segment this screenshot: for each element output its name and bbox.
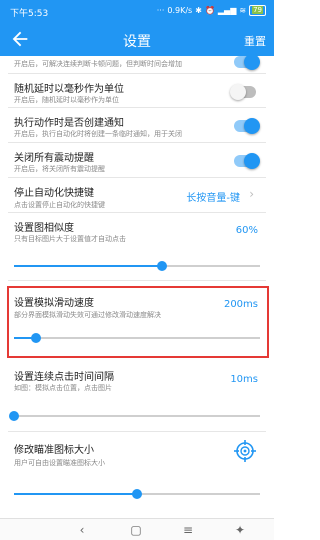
setting-subtitle: 开启后，可解决连续判断卡顿问题，但判断时间会增加 <box>14 60 182 68</box>
bluetooth-icon: ✱ <box>195 6 202 15</box>
setting-row-vibration[interactable]: 关闭所有震动提醒 开启后，将关闭所有震动提醒 <box>0 143 274 177</box>
status-icons: ··· 0.9K/s ✱ ⏰ ▂▄▆ ≋ 79 <box>157 5 266 16</box>
slider-thumb[interactable] <box>132 489 142 499</box>
click-interval-value: 10ms <box>230 374 258 385</box>
nav-home-icon[interactable]: ▢ <box>128 522 144 538</box>
slider-thumb[interactable] <box>9 411 19 421</box>
highlight-box <box>7 286 269 358</box>
setting-row-aim-icon-size[interactable]: 修改瞄准图标大小 用户可自由设置瞄准图标大小 <box>0 432 274 512</box>
wifi-icon: ≋ <box>239 6 247 15</box>
similarity-slider[interactable] <box>14 259 260 273</box>
setting-row-create-notification[interactable]: 执行动作时是否创建通知 开启后，执行自动化时将创建一条临时通知，用于关闭 <box>0 108 274 142</box>
toggle-switch[interactable] <box>234 118 260 134</box>
battery-icon: 79 <box>249 5 266 16</box>
click-interval-slider[interactable] <box>9 409 260 423</box>
crosshair-icon <box>234 440 256 462</box>
setting-subtitle: 只有目标图片大于设置值才自动点击 <box>14 235 126 243</box>
toggle-knob <box>244 153 260 169</box>
toggle-knob <box>244 56 260 70</box>
setting-row-top-partial[interactable]: 开启后，可解决连续判断卡顿问题，但判断时间会增加 <box>0 56 274 74</box>
slider-fill <box>14 493 137 495</box>
toggle-switch[interactable] <box>230 84 256 100</box>
chevron-right-icon: › <box>249 187 254 201</box>
setting-title: 随机延时以毫秒作为单位 <box>14 84 124 95</box>
setting-row-stop-shortcut[interactable]: 停止自动化快捷键 点击设置停止自动化的快捷键 长按音量-键 › <box>0 178 274 212</box>
accessibility-icon[interactable]: ✦ <box>232 522 248 538</box>
setting-subtitle: 开启后，将关闭所有震动提醒 <box>14 165 105 173</box>
aim-size-slider[interactable] <box>14 487 260 501</box>
nav-back-icon[interactable]: ‹ <box>74 522 90 538</box>
setting-title: 执行动作时是否创建通知 <box>14 118 124 129</box>
setting-title: 修改瞄准图标大小 <box>14 445 94 456</box>
similarity-value: 60% <box>235 225 258 236</box>
setting-row-image-similarity[interactable]: 设置图相似度 只有目标图片大于设置值才自动点击 60% <box>0 213 274 280</box>
system-nav-bar: ‹ ▢ ≡ ✦ <box>0 518 274 540</box>
setting-subtitle: 用户可自由设置瞄准图标大小 <box>14 459 105 467</box>
toggle-knob <box>244 118 260 134</box>
status-dots: ··· <box>156 6 165 15</box>
reset-button[interactable]: 重置 <box>244 33 266 49</box>
shortcut-value: 长按音量-键 <box>186 193 240 204</box>
settings-list[interactable]: 开启后，可解决连续判断卡顿问题，但判断时间会增加 随机延时以毫秒作为单位 开启后… <box>0 56 274 518</box>
setting-subtitle: 点击设置停止自动化的快捷键 <box>14 201 105 209</box>
setting-title: 停止自动化快捷键 <box>14 188 94 199</box>
toggle-knob <box>230 84 246 100</box>
setting-subtitle: 开启后，执行自动化时将创建一条临时通知，用于关闭 <box>14 130 182 138</box>
nav-menu-icon[interactable]: ≡ <box>180 522 196 538</box>
page-title: 设置 <box>123 34 151 50</box>
setting-title: 设置图相似度 <box>14 223 74 234</box>
app-bar: 设置 重置 <box>0 22 274 56</box>
slider-fill <box>14 265 162 267</box>
status-time: 下午5:53 <box>10 9 49 19</box>
signal-icon: ▂▄▆ <box>217 6 237 15</box>
alarm-icon: ⏰ <box>204 6 215 15</box>
network-speed: 0.9K/s <box>167 6 193 15</box>
status-bar: 下午5:53 ··· 0.9K/s ✱ ⏰ ▂▄▆ ≋ 79 <box>0 0 274 22</box>
divider <box>8 280 266 281</box>
setting-subtitle: 开启后，随机延时以毫秒作为单位 <box>14 96 119 104</box>
toggle-switch[interactable] <box>234 56 260 70</box>
setting-title: 设置连续点击时间间隔 <box>14 372 114 383</box>
slider-track <box>14 415 260 417</box>
battery-level: 79 <box>252 6 263 14</box>
setting-title: 关闭所有震动提醒 <box>14 153 94 164</box>
toggle-switch[interactable] <box>234 153 260 169</box>
slider-thumb[interactable] <box>156 261 167 271</box>
setting-row-click-interval[interactable]: 设置连续点击时间间隔 如图：模拟点击位置，点击图片 10ms <box>0 361 274 431</box>
setting-row-random-delay[interactable]: 随机延时以毫秒作为单位 开启后，随机延时以毫秒作为单位 <box>0 74 274 107</box>
setting-subtitle: 如图：模拟点击位置，点击图片 <box>14 384 112 392</box>
